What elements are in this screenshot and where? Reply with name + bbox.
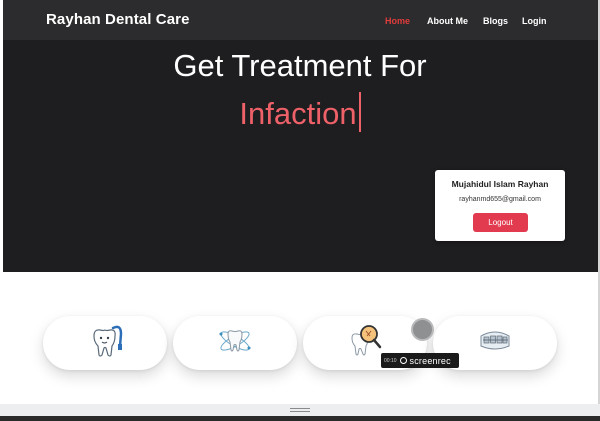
tooth-magnifier-icon	[346, 323, 384, 363]
nav-link-login[interactable]: Login	[522, 16, 547, 26]
window-bottom-edge	[0, 416, 600, 421]
dental-brace-icon	[475, 326, 515, 360]
service-card-tooth-care[interactable]	[173, 316, 297, 370]
hero-typed-line: Infaction	[0, 92, 600, 132]
nav-link-blogs[interactable]: Blogs	[483, 16, 508, 26]
user-email: rayhanmd655@gmail.com	[459, 196, 541, 203]
tooth-atom-icon	[217, 324, 253, 362]
navbar: Rayhan Dental Care Home About Me Blogs L…	[3, 0, 598, 40]
hero-typed-text: Infaction	[239, 96, 357, 131]
typing-caret	[358, 92, 361, 132]
screenrec-badge: 00:10 screenrec	[381, 353, 459, 368]
tooth-brushing-icon	[85, 322, 125, 364]
user-profile-card: Mujahidul Islam Rayhan rayhanmd655@gmail…	[435, 170, 565, 241]
browser-viewport: Rayhan Dental Care Home About Me Blogs L…	[0, 0, 600, 421]
brand-logo-text[interactable]: Rayhan Dental Care	[46, 11, 190, 28]
recorder-brand: screenrec	[409, 355, 451, 366]
nav-link-about-me[interactable]: About Me	[427, 16, 468, 26]
resize-handle-icon[interactable]	[290, 408, 310, 412]
logout-button[interactable]: Logout	[473, 213, 528, 232]
hero-headline: Get Treatment For	[173, 48, 427, 83]
service-card-brushing[interactable]	[43, 316, 167, 370]
recorder-time: 00:10	[384, 357, 397, 364]
record-icon	[399, 357, 407, 364]
recorder-handle[interactable]	[411, 318, 434, 341]
user-name: Mujahidul Islam Rayhan	[451, 179, 549, 189]
nav-link-home[interactable]: Home	[385, 16, 410, 26]
